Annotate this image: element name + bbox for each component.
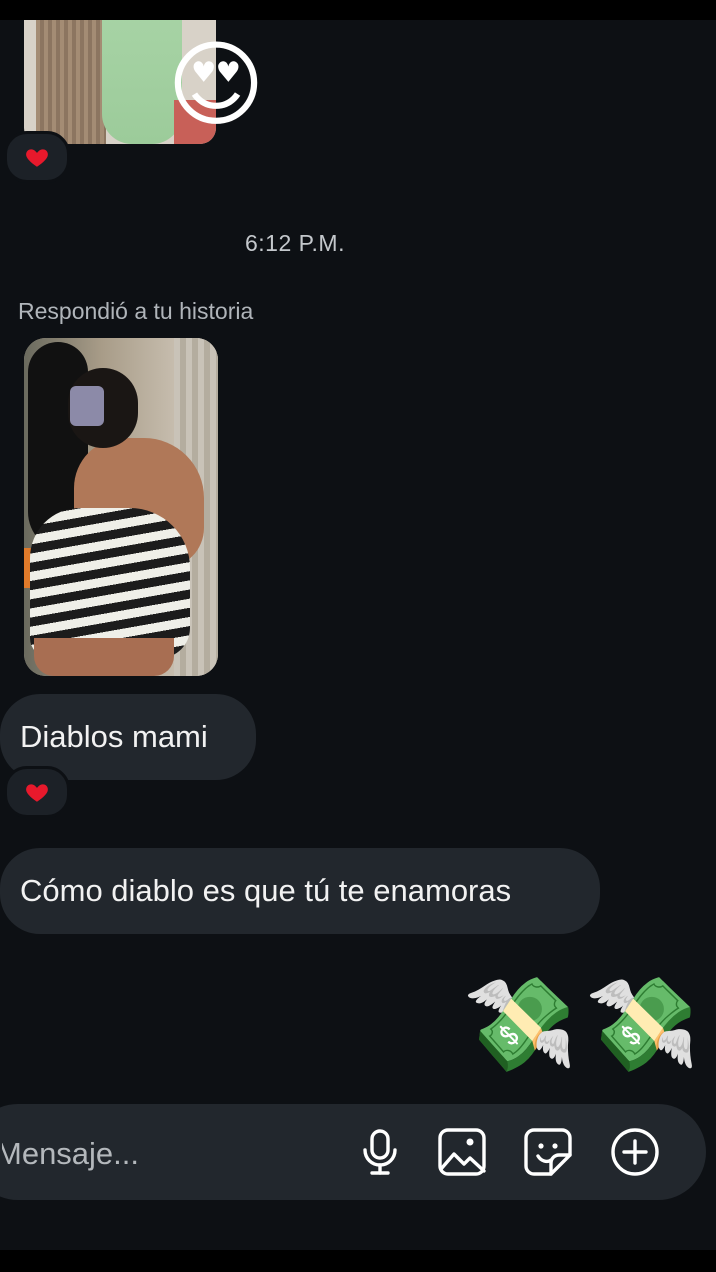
reaction-heart-badge[interactable] <box>4 766 70 818</box>
message-bubble[interactable]: Cómo diablo es que tú te enamoras <box>0 848 600 934</box>
story-photo-phone <box>70 386 104 426</box>
heart-eyes-sticker[interactable]: 😍 <box>160 30 272 142</box>
sticker-icon[interactable] <box>520 1124 576 1180</box>
story-photo-striped-dress <box>30 508 190 658</box>
gallery-icon[interactable] <box>434 1124 490 1180</box>
story-reply-label: Respondió a tu historia <box>18 298 254 324</box>
chat-thread[interactable]: 😍 6:12 P.M. Respondió a tu historia Diab… <box>0 20 716 1250</box>
message-text: Cómo diablo es que tú te enamoras <box>20 873 512 908</box>
money-with-wings-sticker[interactable]: 💸 <box>462 970 578 1080</box>
reaction-heart-badge[interactable] <box>4 131 70 183</box>
bottom-bar <box>0 1250 716 1272</box>
heart-icon <box>26 149 48 167</box>
heart-icon <box>26 784 48 802</box>
photo-curtain <box>36 20 106 144</box>
plus-circle-icon[interactable] <box>607 1124 663 1180</box>
message-input[interactable] <box>0 1128 344 1180</box>
top-bar <box>0 0 716 20</box>
microphone-icon[interactable] <box>352 1124 408 1180</box>
story-photo-legs <box>34 638 174 676</box>
story-reply-photo[interactable] <box>24 338 218 676</box>
message-text: Diablos mami <box>20 719 208 754</box>
money-with-wings-sticker[interactable]: 💸 <box>584 970 700 1080</box>
message-timestamp: 6:12 P.M. <box>245 230 345 256</box>
